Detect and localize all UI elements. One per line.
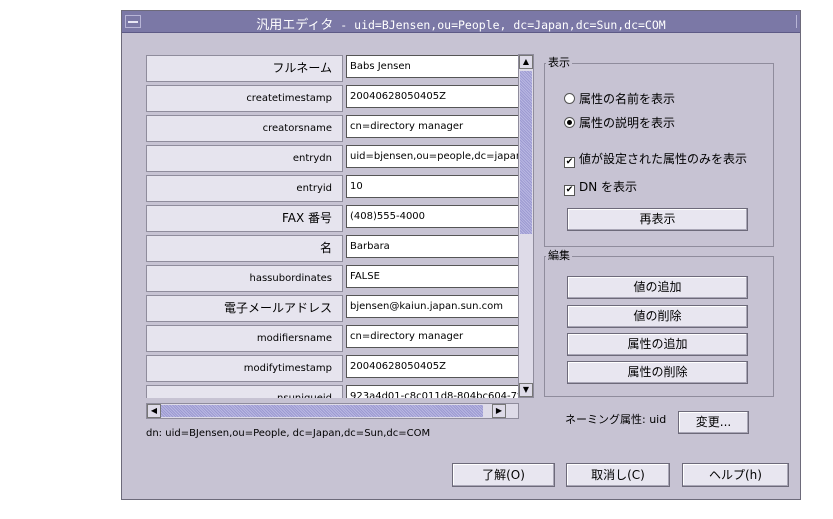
attribute-label: entrydn: [146, 145, 343, 172]
attribute-value-field[interactable]: Barbara: [346, 235, 519, 258]
attribute-value-field[interactable]: cn=directory manager: [346, 325, 519, 348]
radio-on-icon: [564, 117, 575, 128]
table-row: nsuniqueid923a4d01-c8c011d8-804bc604-7f(: [146, 384, 519, 398]
attribute-value-field[interactable]: FALSE: [346, 265, 519, 288]
attribute-label: entryid: [146, 175, 343, 202]
attribute-value-field[interactable]: 20040628050405Z: [346, 355, 519, 378]
attribute-value-field[interactable]: bjensen@kaiun.japan.sun.com: [346, 295, 519, 318]
naming-attribute-label: ネーミング属性: uid: [565, 413, 667, 426]
change-naming-button[interactable]: 変更...: [678, 411, 749, 434]
attribute-label: FAX 番号: [146, 205, 343, 232]
table-row: modifytimestamp 20040628050405Z: [146, 354, 519, 384]
table-row: entrydn uid=bjensen,ou=people,dc=japan,d: [146, 144, 519, 174]
attribute-value-field[interactable]: cn=directory manager: [346, 115, 519, 138]
delete-value-button[interactable]: 値の削除: [567, 305, 748, 328]
table-row: 名 Barbara: [146, 234, 519, 264]
edit-group: 編集 値の追加 値の削除 属性の追加 属性の削除: [544, 250, 774, 397]
add-attribute-button[interactable]: 属性の追加: [567, 333, 748, 356]
attribute-label: フルネーム: [146, 55, 343, 82]
attribute-table: フルネーム Babs Jensen createtimestamp 20040628…: [146, 54, 519, 398]
attribute-label: creatorsname: [146, 115, 343, 142]
delete-attribute-button[interactable]: 属性の削除: [567, 361, 748, 384]
edit-legend: 編集: [546, 249, 572, 262]
checkmark-icon: ✔: [564, 185, 575, 196]
window-resize-icon: [796, 15, 797, 28]
table-row: FAX 番号 (408)555-4000: [146, 204, 519, 234]
radio-off-icon: [564, 93, 575, 104]
vertical-scrollbar[interactable]: ▲ ▼: [518, 54, 534, 398]
table-row: modifiersname cn=directory manager: [146, 324, 519, 354]
attribute-value-field[interactable]: (408)555-4000: [346, 205, 519, 228]
ok-button[interactable]: 了解(O): [452, 463, 555, 487]
scroll-right-icon[interactable]: ▶: [492, 404, 506, 418]
vertical-scroll-thumb[interactable]: [520, 71, 532, 234]
horizontal-scrollbar[interactable]: ◀ ▶: [146, 403, 519, 419]
display-legend: 表示: [546, 56, 572, 69]
horizontal-scroll-thumb[interactable]: [161, 405, 483, 417]
table-row: createtimestamp 20040628050405Z: [146, 84, 519, 114]
only-set-attributes-checkbox[interactable]: ✔ 値が設定された属性のみを表示: [564, 150, 747, 168]
table-row: hassubordinates FALSE: [146, 264, 519, 294]
title-bar[interactable]: 汎用エディタ - uid=BJensen,ou=People, dc=Japan…: [122, 11, 800, 33]
table-row: 電子メールアドレス bjensen@kaiun.japan.sun.com: [146, 294, 519, 324]
show-names-radio[interactable]: 属性の名前を表示: [564, 90, 675, 107]
attribute-value-field[interactable]: 923a4d01-c8c011d8-804bc604-7f(: [346, 385, 519, 398]
attribute-value-field[interactable]: Babs Jensen: [346, 55, 519, 78]
table-row: entryid 10: [146, 174, 519, 204]
generic-editor-window: 汎用エディタ - uid=BJensen,ou=People, dc=Japan…: [121, 10, 801, 500]
attribute-value-field[interactable]: uid=bjensen,ou=people,dc=japan,d: [346, 145, 519, 168]
window-title: 汎用エディタ - uid=BJensen,ou=People, dc=Japan…: [256, 18, 666, 33]
attribute-value-field[interactable]: 20040628050405Z: [346, 85, 519, 108]
checkmark-icon: ✔: [564, 157, 575, 168]
scroll-down-icon[interactable]: ▼: [519, 383, 533, 397]
dn-text: dn: uid=BJensen,ou=People, dc=Japan,dc=S…: [146, 428, 431, 439]
attribute-label: modifiersname: [146, 325, 343, 352]
show-dn-checkbox[interactable]: ✔ DN を表示: [564, 178, 637, 196]
add-value-button[interactable]: 値の追加: [567, 276, 748, 299]
attribute-label: 電子メールアドレス: [146, 295, 343, 322]
table-row: フルネーム Babs Jensen: [146, 54, 519, 84]
attribute-label: hassubordinates: [146, 265, 343, 292]
table-row: creatorsname cn=directory manager: [146, 114, 519, 144]
attribute-label: nsuniqueid: [146, 385, 343, 398]
scroll-up-icon[interactable]: ▲: [519, 55, 533, 69]
help-button[interactable]: ヘルプ(h): [682, 463, 789, 487]
show-descriptions-radio[interactable]: 属性の説明を表示: [564, 114, 675, 131]
attribute-label: createtimestamp: [146, 85, 343, 112]
attribute-label: modifytimestamp: [146, 355, 343, 382]
attribute-value-field[interactable]: 10: [346, 175, 519, 198]
display-group: 表示 属性の名前を表示 属性の説明を表示 ✔ 値が設定された属性のみを表示 ✔ DN…: [544, 57, 774, 247]
scroll-left-icon[interactable]: ◀: [147, 404, 161, 418]
attribute-label: 名: [146, 235, 343, 262]
cancel-button[interactable]: 取消し(C): [566, 463, 670, 487]
redisplay-button[interactable]: 再表示: [567, 208, 748, 231]
